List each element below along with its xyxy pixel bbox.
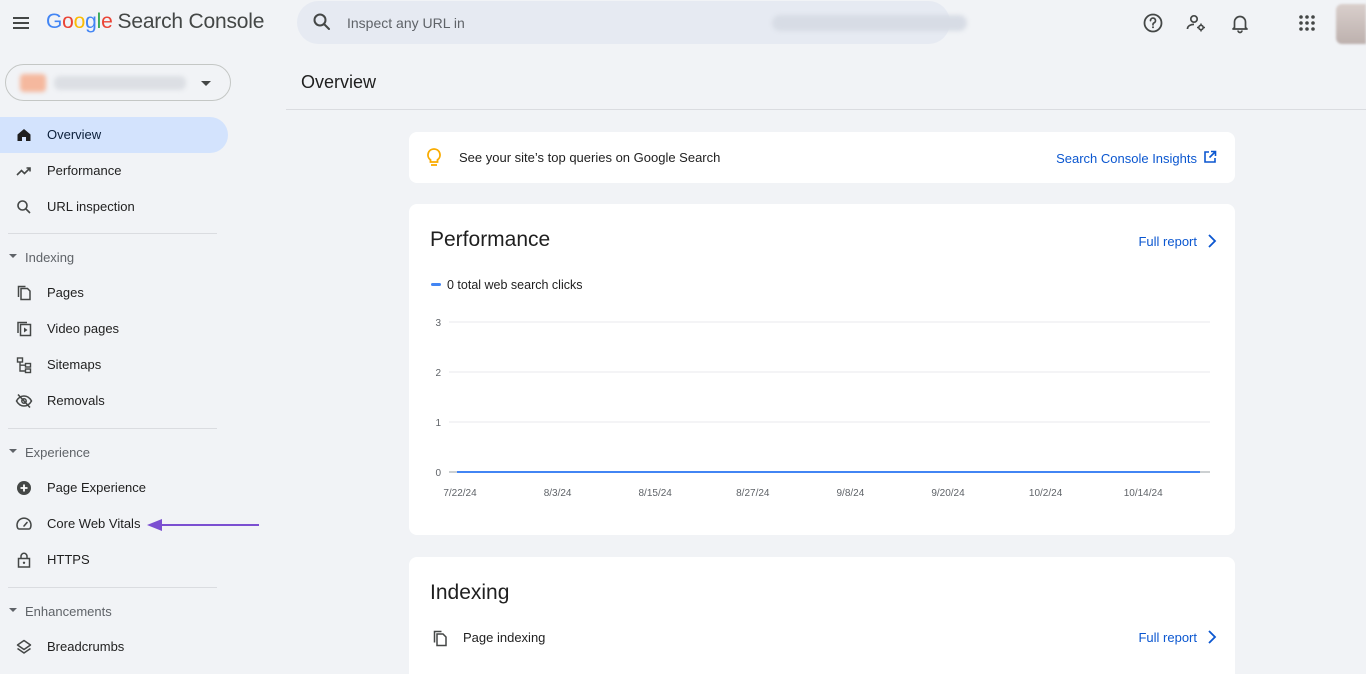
x-tick-label: 8/27/24 xyxy=(736,488,770,499)
collapse-triangle-icon xyxy=(9,608,17,612)
sidebar-item-performance[interactable]: Performance xyxy=(0,153,228,189)
search-icon xyxy=(15,198,33,216)
notifications-bell-icon[interactable] xyxy=(1228,11,1252,35)
search-console-insights-link[interactable]: Search Console Insights xyxy=(1056,151,1197,166)
collapse-triangle-icon xyxy=(9,254,17,258)
layers-icon xyxy=(15,638,33,656)
indexing-card: Indexing Page indexing Full report xyxy=(409,557,1235,674)
chevron-right-icon[interactable] xyxy=(1207,629,1217,650)
lock-icon xyxy=(15,551,33,569)
indexing-title: Indexing xyxy=(430,581,510,604)
url-inspection-search-bar[interactable] xyxy=(297,1,967,44)
sidebar-item-overview[interactable]: Overview xyxy=(0,117,228,153)
x-tick-label: 7/22/24 xyxy=(443,488,477,499)
apps-grid-icon[interactable] xyxy=(1295,11,1319,35)
sidebar-item-sitemaps[interactable]: Sitemaps xyxy=(0,347,228,383)
top-bar: Google Search Console xyxy=(0,0,1366,46)
y-tick-label: 3 xyxy=(435,318,441,329)
video-pages-icon xyxy=(15,320,33,338)
sidebar-item-url-inspection[interactable]: URL inspection xyxy=(0,189,228,225)
x-tick-label: 10/14/24 xyxy=(1124,488,1163,499)
account-avatar[interactable] xyxy=(1336,4,1366,44)
pages-icon xyxy=(15,284,33,302)
x-tick-label: 8/3/24 xyxy=(544,488,572,499)
chevron-right-icon[interactable] xyxy=(1207,233,1217,254)
chevron-down-icon xyxy=(201,81,211,86)
lightbulb-icon xyxy=(425,147,443,174)
sidebar-section-experience[interactable]: Experience xyxy=(0,440,228,464)
y-tick-label: 2 xyxy=(435,368,441,379)
plus-circle-icon xyxy=(15,479,33,497)
sidebar-item-breadcrumbs[interactable]: Breadcrumbs xyxy=(0,629,228,665)
performance-title: Performance xyxy=(430,228,551,251)
property-favicon xyxy=(20,74,46,92)
sitemap-icon xyxy=(15,356,33,374)
x-tick-label: 8/15/24 xyxy=(639,488,673,499)
pages-icon xyxy=(432,629,448,652)
redacted-property-name xyxy=(772,15,967,31)
sidebar-item-video-pages[interactable]: Video pages xyxy=(0,311,228,347)
performance-full-report-link[interactable]: Full report xyxy=(1138,234,1197,249)
sidebar-divider xyxy=(8,587,217,588)
sidebar-divider xyxy=(8,233,217,234)
sidebar-item-pages[interactable]: Pages xyxy=(0,275,228,311)
redacted-property-label xyxy=(54,76,186,90)
y-tick-label: 1 xyxy=(435,418,441,429)
insights-banner: See your site’s top queries on Google Se… xyxy=(409,132,1235,183)
eye-off-icon xyxy=(15,392,33,410)
search-icon xyxy=(312,12,332,37)
header-divider xyxy=(286,109,1366,110)
performance-card: Performance Full report 0 total web sear… xyxy=(409,204,1235,535)
x-tick-label: 10/2/24 xyxy=(1029,488,1063,499)
x-tick-label: 9/8/24 xyxy=(836,488,864,499)
trending-up-icon xyxy=(15,162,33,180)
property-selector[interactable] xyxy=(5,64,231,101)
sidebar-item-https[interactable]: HTTPS xyxy=(0,542,228,578)
legend-swatch xyxy=(431,283,441,287)
legend-label: 0 total web search clicks xyxy=(447,278,583,292)
home-icon xyxy=(15,126,33,144)
chart-legend[interactable]: 0 total web search clicks xyxy=(431,278,582,292)
external-link-icon[interactable] xyxy=(1202,149,1218,170)
sidebar-item-page-experience[interactable]: Page Experience xyxy=(0,470,228,506)
gauge-icon xyxy=(15,515,33,533)
sidebar-section-indexing[interactable]: Indexing xyxy=(0,245,228,269)
help-icon[interactable] xyxy=(1141,11,1165,35)
performance-chart: 0 1 2 3 7/22/24 8/3/24 8/15/24 8/27/24 9/8/24 9/2… xyxy=(435,318,1210,499)
sidebar-section-enhancements[interactable]: Enhancements xyxy=(0,599,228,623)
main-menu-icon[interactable] xyxy=(10,12,32,34)
user-settings-icon[interactable] xyxy=(1184,11,1208,35)
insights-text: See your site’s top queries on Google Se… xyxy=(459,150,721,165)
sidebar-item-removals[interactable]: Removals xyxy=(0,383,228,419)
product-logo[interactable]: Google Search Console xyxy=(46,10,264,34)
page-title: Overview xyxy=(301,72,377,92)
indexing-full-report-link[interactable]: Full report xyxy=(1138,630,1197,645)
sidebar-divider xyxy=(8,428,217,429)
page-indexing-label: Page indexing xyxy=(463,630,546,645)
collapse-triangle-icon xyxy=(9,449,17,453)
annotation-arrow-icon xyxy=(147,519,259,531)
y-tick-label: 0 xyxy=(435,468,441,479)
x-tick-label: 9/20/24 xyxy=(931,488,965,499)
